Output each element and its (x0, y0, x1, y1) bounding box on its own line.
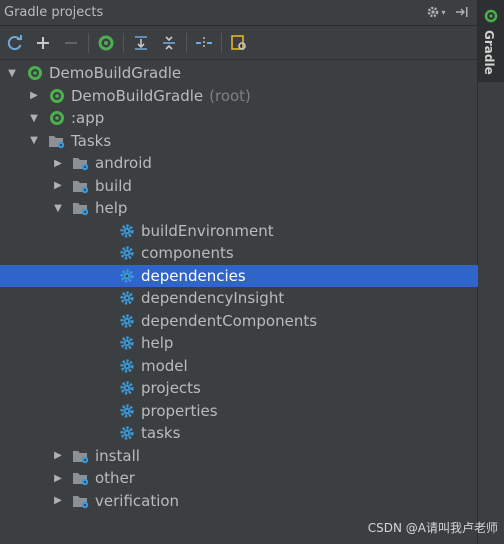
settings-icon[interactable] (228, 32, 250, 54)
tree-row[interactable]: ▼ help (0, 197, 478, 220)
toolbar-separator (221, 32, 222, 53)
tree-row-label: DemoBuildGradle (49, 64, 182, 83)
toolbar-separator (186, 32, 187, 53)
expand-arrow-down-icon[interactable]: ▼ (52, 202, 64, 214)
expand-all-icon[interactable] (130, 32, 152, 54)
task-group-folder-icon (72, 447, 90, 465)
expand-arrow-right-icon[interactable]: ▶ (52, 495, 64, 507)
tree-row-suffix: (root) (209, 86, 251, 105)
gradle-icon (484, 8, 498, 27)
tree-row-label: build (95, 176, 132, 195)
collapse-all-icon[interactable] (158, 32, 180, 54)
gradle-task-icon (118, 357, 136, 375)
gradle-toolbar (0, 26, 478, 60)
tree-row-label: help (141, 334, 174, 353)
tree-row[interactable]: dependencies (0, 264, 478, 287)
tree-row[interactable]: ▼ :app (0, 107, 478, 130)
tree-row-label: help (95, 199, 128, 218)
tree-row[interactable]: tasks (0, 422, 478, 445)
task-group-folder-icon (48, 132, 66, 150)
task-group-folder-icon (72, 199, 90, 217)
tree-row-label: install (95, 446, 140, 465)
tree-row-label: tasks (141, 424, 181, 443)
tree-row[interactable]: model (0, 355, 478, 378)
task-group-folder-icon (72, 177, 90, 195)
gradle-task-icon (118, 222, 136, 240)
tree-row-label: projects (141, 379, 201, 398)
task-group-folder-icon (72, 469, 90, 487)
toolbar-separator (88, 32, 89, 53)
remove-icon[interactable] (60, 32, 82, 54)
add-icon[interactable] (32, 32, 54, 54)
tree-row-label: other (95, 469, 135, 488)
gradle-task-icon (118, 379, 136, 397)
task-group-folder-icon (72, 154, 90, 172)
tree-row[interactable]: components (0, 242, 478, 265)
gradle-task-icon (118, 267, 136, 285)
gradle-task-icon (118, 289, 136, 307)
tree-row-label: :app (71, 109, 105, 128)
tree-row-label: DemoBuildGradle (71, 86, 204, 105)
tree-row[interactable]: dependentComponents (0, 310, 478, 333)
offline-mode-icon[interactable] (193, 32, 215, 54)
tree-row-label: Tasks (71, 131, 112, 150)
gradle-task-icon (118, 334, 136, 352)
gradle-module-icon (26, 64, 44, 82)
gradle-task-icon (118, 402, 136, 420)
tree-row[interactable]: ▶ android (0, 152, 478, 175)
tree-row-label: properties (141, 401, 218, 420)
tree-row[interactable]: projects (0, 377, 478, 400)
expand-arrow-right-icon[interactable]: ▶ (52, 157, 64, 169)
tool-window-header: Gradle projects ▾ (0, 0, 478, 26)
tree-row-label: dependentComponents (141, 311, 318, 330)
watermark: CSDN @A请叫我卢老师 (367, 521, 498, 535)
tree-row[interactable]: ▼ Tasks (0, 130, 478, 153)
tree-row-label: model (141, 356, 188, 375)
tree-row[interactable]: properties (0, 400, 478, 423)
tree-row-label: dependencyInsight (141, 289, 285, 308)
expand-arrow-right-icon[interactable]: ▶ (52, 180, 64, 192)
tree-row-label: components (141, 244, 234, 263)
tree-row[interactable]: ▶ DemoBuildGradle (root) (0, 85, 478, 108)
task-group-folder-icon (72, 492, 90, 510)
gradle-side-tab-label: Gradle (482, 30, 496, 75)
refresh-icon[interactable] (4, 32, 26, 54)
expand-arrow-right-icon[interactable]: ▶ (28, 90, 40, 102)
tree-row-label: buildEnvironment (141, 221, 274, 240)
gradle-task-icon (118, 424, 136, 442)
tree-row[interactable]: ▶ install (0, 445, 478, 468)
gradle-task-icon (118, 312, 136, 330)
hide-panel-icon[interactable] (452, 3, 472, 21)
tree-row[interactable]: ▶ build (0, 175, 478, 198)
expand-arrow-down-icon[interactable]: ▼ (6, 67, 18, 79)
expand-arrow-right-icon[interactable]: ▶ (52, 450, 64, 462)
gradle-task-tree: ▼ DemoBuildGradle ▶ DemoBuildGradle (root) ▼:… (0, 62, 478, 512)
tree-row-label: dependencies (141, 266, 246, 285)
tree-row[interactable]: ▶ verification (0, 490, 478, 513)
tree-row[interactable]: buildEnvironment (0, 220, 478, 243)
gear-icon[interactable]: ▾ (426, 3, 446, 21)
tree-row-label: verification (95, 491, 180, 510)
tool-window-title: Gradle projects (4, 5, 104, 20)
gradle-side-tab[interactable]: Gradle (478, 0, 504, 82)
gradle-task-icon (118, 244, 136, 262)
tree-row[interactable]: ▶ other (0, 467, 478, 490)
tree-row[interactable]: dependencyInsight (0, 287, 478, 310)
gradle-module-icon (48, 109, 66, 127)
tree-row[interactable]: help (0, 332, 478, 355)
expand-arrow-down-icon[interactable]: ▼ (28, 135, 40, 147)
tree-row[interactable]: ▼ DemoBuildGradle (0, 62, 478, 85)
execute-task-icon[interactable] (95, 32, 117, 54)
tree-row-label: android (95, 154, 152, 173)
toolbar-separator (123, 32, 124, 53)
gradle-module-icon (48, 87, 66, 105)
expand-arrow-down-icon[interactable]: ▼ (28, 112, 40, 124)
right-tool-strip: Gradle (477, 0, 504, 544)
expand-arrow-right-icon[interactable]: ▶ (52, 472, 64, 484)
